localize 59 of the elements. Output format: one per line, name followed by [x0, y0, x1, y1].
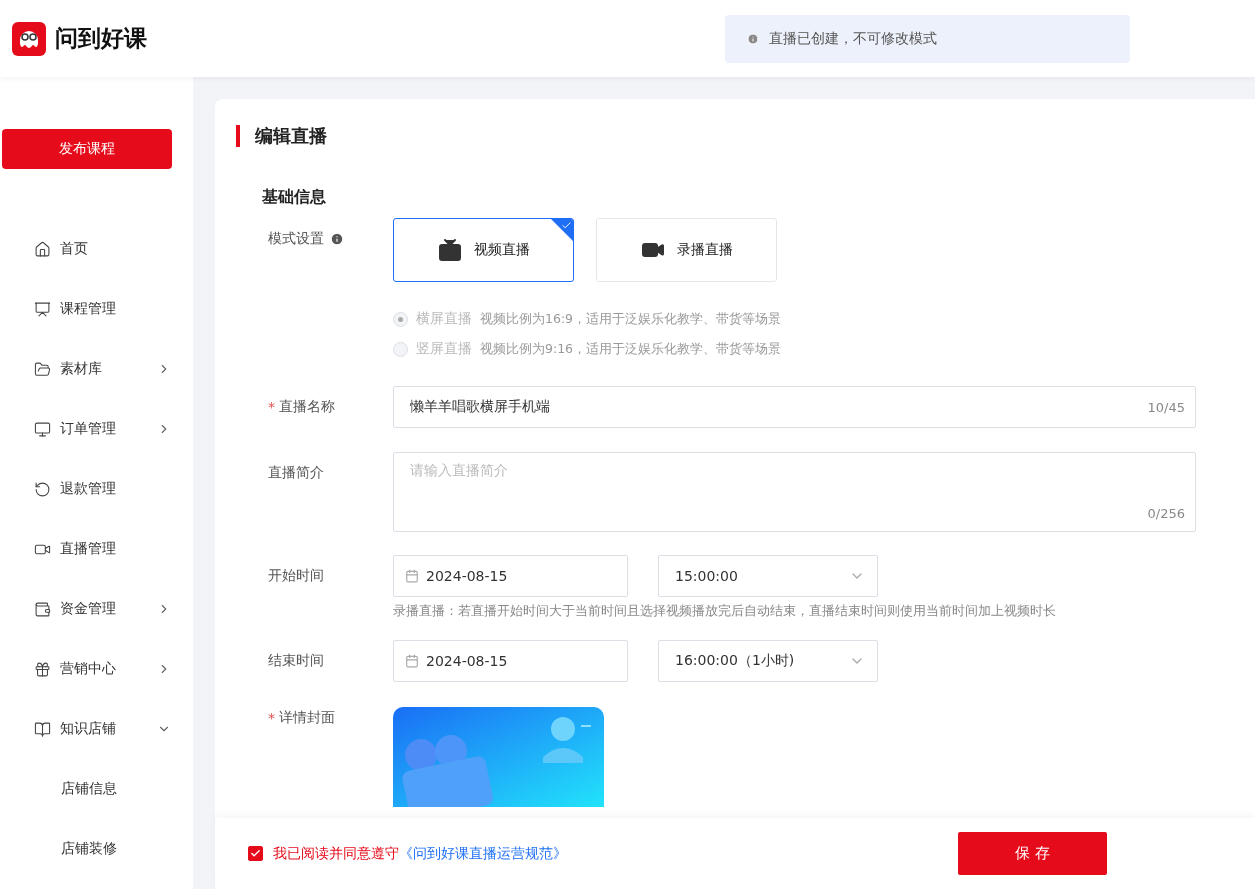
logo-text: 问到好课	[55, 24, 147, 53]
tv-icon	[437, 238, 462, 262]
radio-label: 竖屏直播	[416, 340, 472, 358]
nav-item[interactable]: 直播管理	[0, 519, 193, 579]
mode-option[interactable]: 视频直播	[393, 218, 574, 282]
save-button[interactable]: 保 存	[958, 832, 1107, 875]
field-label: 开始时间	[268, 567, 324, 585]
agree-checkbox[interactable]	[248, 846, 263, 861]
nav-item[interactable]: 素材库	[0, 339, 193, 399]
calendar-icon	[405, 569, 419, 583]
date-picker[interactable]: 2024-08-15	[393, 555, 628, 597]
nav-item[interactable]: 知识店铺	[0, 699, 193, 759]
name-input[interactable]: 懒羊羊唱歌横屏手机端 10/45	[393, 386, 1196, 428]
info-icon	[330, 232, 344, 246]
folder-icon	[34, 360, 51, 378]
field-label: 模式设置	[268, 230, 324, 248]
required-mark: *	[268, 710, 275, 726]
nav-item[interactable]: 资金管理	[0, 579, 193, 639]
field-label: 详情封面	[279, 709, 335, 727]
time-select[interactable]: 16:00:00（1小时)	[658, 640, 878, 682]
intro-textarea[interactable]: 请输入直播简介 0/256	[393, 452, 1196, 532]
mode-option[interactable]: 录播直播	[596, 218, 777, 282]
page-title: 编辑直播	[236, 125, 1255, 147]
time-select[interactable]: 15:00:00	[658, 555, 878, 597]
terms-link[interactable]: 《问到好课直播运营规范》	[399, 844, 567, 863]
nav-subitem[interactable]: 店铺信息	[0, 759, 193, 819]
notice-text: 直播已创建，不可修改模式	[769, 29, 937, 48]
info-icon	[747, 32, 759, 45]
nav-subitem[interactable]: 店铺装修	[0, 819, 193, 879]
field-label: 直播名称	[279, 398, 335, 416]
char-counter: 0/256	[1147, 506, 1185, 521]
nav-item[interactable]: 营销中心	[0, 639, 193, 699]
nav-item[interactable]: 订单管理	[0, 399, 193, 459]
book-icon	[34, 720, 51, 738]
hint-text: 录播直播：若直播开始时间大于当前时间且选择视频播放完后自动结束，直播结束时间则使用当前时间加上视频时长	[393, 603, 1056, 620]
field-label: 结束时间	[268, 652, 324, 670]
date-picker[interactable]: 2024-08-15	[393, 640, 628, 682]
house-icon	[34, 240, 51, 258]
check-icon	[250, 848, 261, 859]
logo-icon	[12, 21, 46, 56]
gift-icon	[34, 660, 51, 678]
check-icon	[561, 220, 572, 231]
calendar-icon	[405, 654, 419, 668]
monitor-icon	[34, 420, 51, 438]
radio-description: 视频比例为16:9，适用于泛娱乐化教学、带货等场景	[480, 310, 782, 328]
char-counter: 10/45	[1147, 399, 1185, 415]
publish-button[interactable]: 发布课程	[2, 129, 172, 169]
presentation-icon	[34, 300, 51, 318]
radio-label: 横屏直播	[416, 310, 472, 328]
nav-item[interactable]: 课程管理	[0, 279, 193, 339]
field-label: 直播简介	[268, 464, 324, 482]
required-mark: *	[268, 399, 275, 415]
section-title: 基础信息	[262, 187, 327, 208]
nav-item[interactable]: 首页	[0, 219, 193, 279]
wallet-icon	[34, 600, 51, 618]
refund-icon	[34, 480, 51, 498]
radio-description: 视频比例为9:16，适用于泛娱乐化教学、带货等场景	[480, 340, 782, 358]
nav-item[interactable]: 退款管理	[0, 459, 193, 519]
agree-text: 我已阅读并同意遵守	[273, 844, 399, 863]
